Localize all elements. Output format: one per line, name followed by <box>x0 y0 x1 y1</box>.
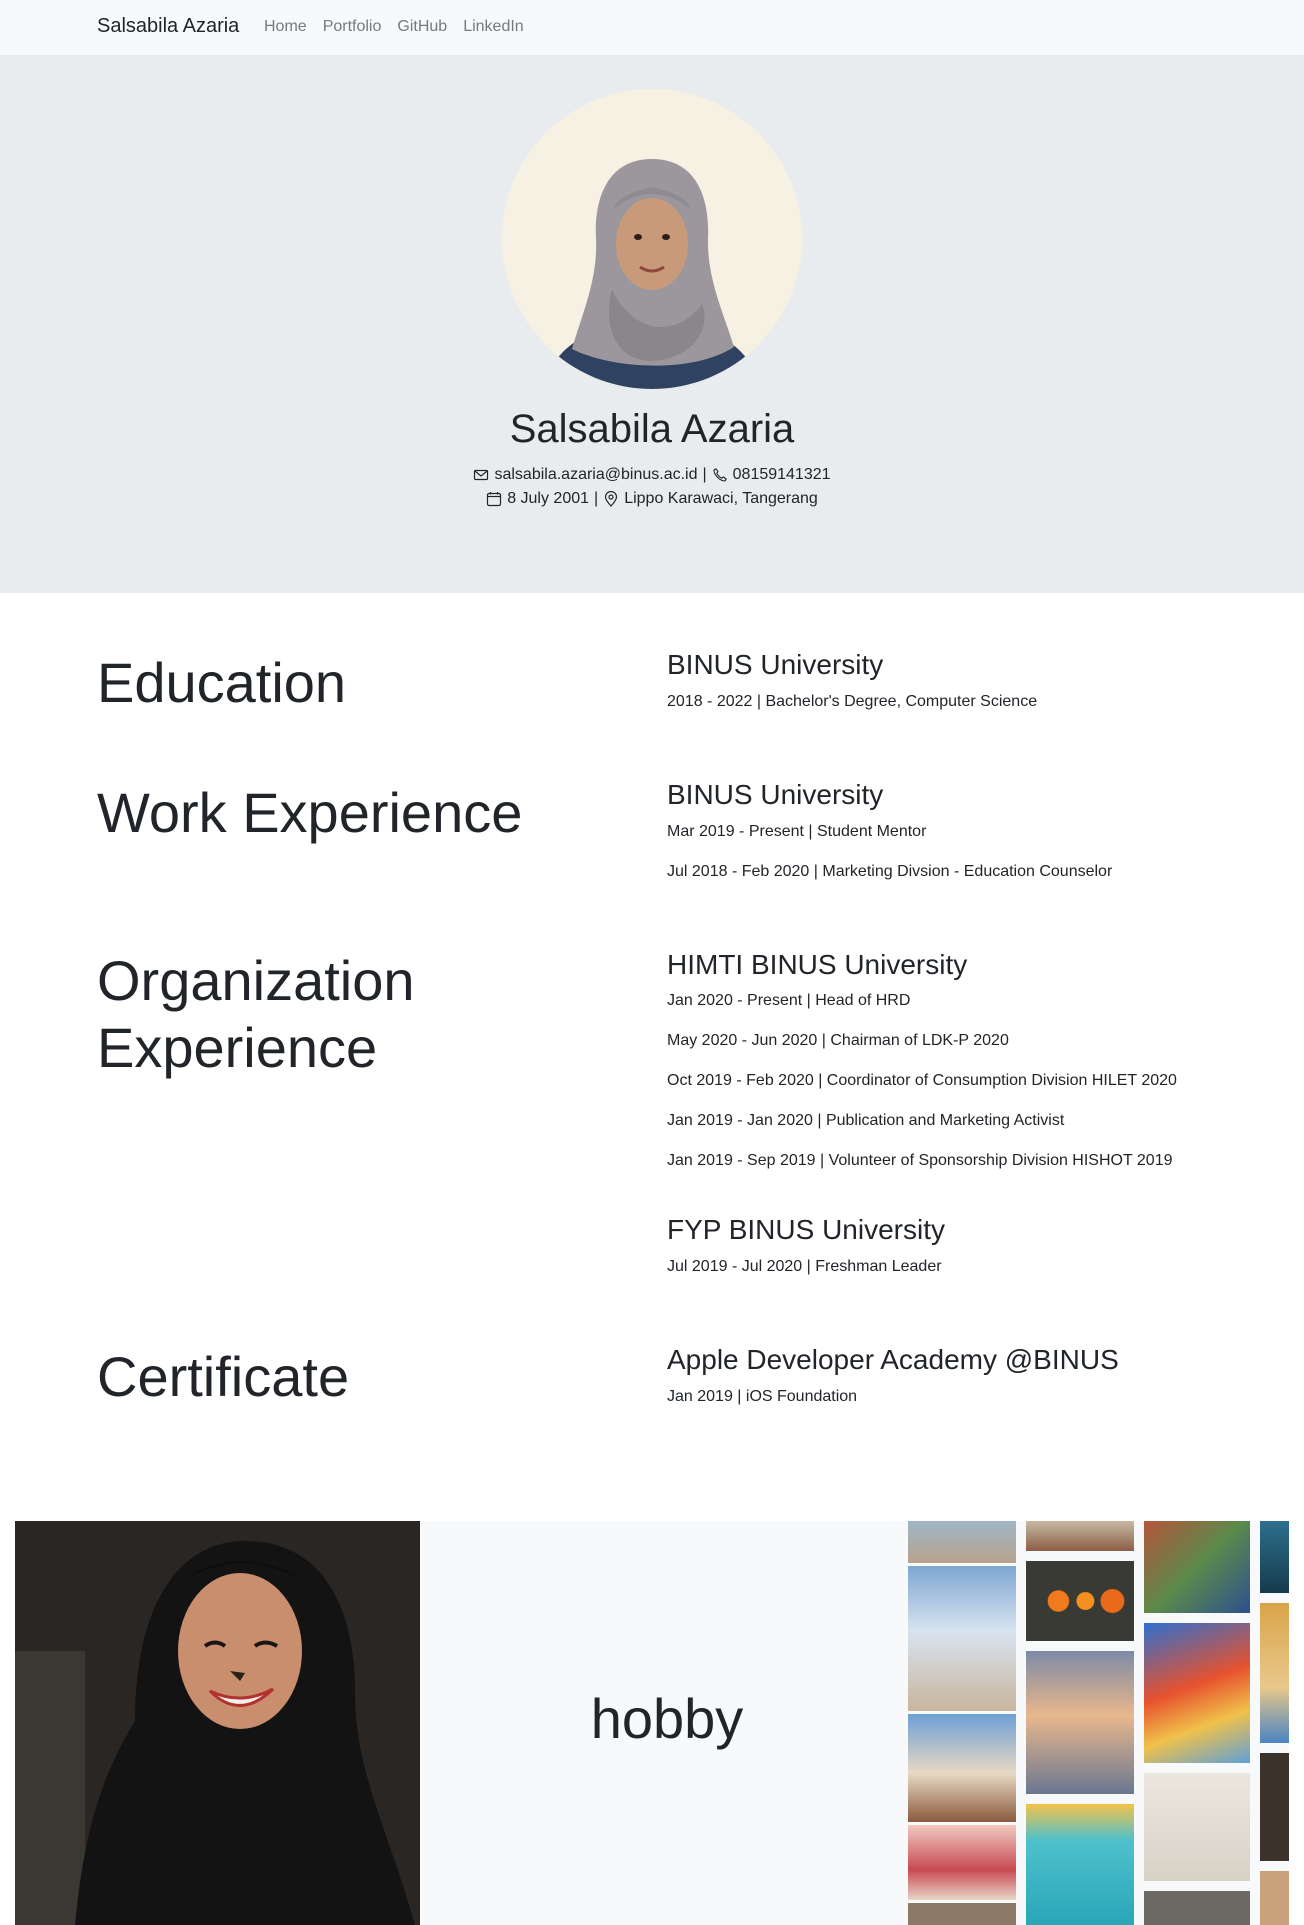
nav-link-linkedin[interactable]: LinkedIn <box>463 18 524 36</box>
organization-item: Jan 2019 - Sep 2019 | Volunteer of Spons… <box>667 1152 1173 1169</box>
location-pin-icon <box>603 491 619 507</box>
hobby-section: hobby <box>15 1521 1289 1925</box>
email-text: salsabila.azaria@binus.ac.id <box>494 466 698 483</box>
nav-link-portfolio[interactable]: Portfolio <box>323 18 382 36</box>
profile-photo <box>502 89 802 389</box>
gallery-photo <box>1026 1521 1134 1551</box>
contact-line-1: salsabila.azaria@binus.ac.id | 081591413… <box>0 466 1304 484</box>
gallery-photo <box>908 1521 1016 1563</box>
gallery-photo <box>908 1714 1016 1822</box>
nav-links: Home Portfolio GitHub LinkedIn <box>264 18 524 36</box>
gallery-photo <box>1260 1603 1289 1743</box>
gallery-photo <box>908 1825 1016 1900</box>
separator: | <box>702 466 707 483</box>
certificate-item: Jan 2019 | iOS Foundation <box>667 1388 858 1405</box>
gallery-photo <box>1260 1521 1289 1593</box>
gallery-photo <box>1144 1623 1250 1763</box>
gallery-photo <box>908 1566 1016 1711</box>
gallery-photo <box>1260 1871 1289 1925</box>
education-org: BINUS University <box>667 649 884 680</box>
calendar-icon <box>486 491 502 507</box>
phone-icon <box>712 467 728 483</box>
hero-section: Salsabila Azaria salsabila.azaria@binus.… <box>0 55 1304 593</box>
photo-gallery <box>893 1521 1289 1925</box>
organization-item: Jul 2019 - Jul 2020 | Freshman Leader <box>667 1258 942 1275</box>
phone-text: 08159141321 <box>732 466 831 483</box>
organization-item: Oct 2019 - Feb 2020 | Coordinator of Con… <box>667 1072 1177 1089</box>
nav-link-github[interactable]: GitHub <box>397 18 447 36</box>
contact-line-2: 8 July 2001 | Lippo Karawaci, Tangerang <box>0 490 1304 508</box>
work-org: BINUS University <box>667 779 884 810</box>
work-item: Mar 2019 - Present | Student Mentor <box>667 823 927 840</box>
education-heading: Education <box>97 651 347 714</box>
gallery-photo <box>1026 1804 1134 1925</box>
education-item: 2018 - 2022 | Bachelor's Degree, Compute… <box>667 693 1038 710</box>
work-item: Jul 2018 - Feb 2020 | Marketing Divsion … <box>667 863 1113 880</box>
gallery-photo <box>908 1903 1016 1925</box>
gallery-photo <box>1144 1891 1250 1925</box>
navbar: Salsabila Azaria Home Portfolio GitHub L… <box>0 0 1304 55</box>
envelope-icon <box>473 467 489 483</box>
dob-text: 8 July 2001 <box>507 490 590 507</box>
gallery-photo <box>1144 1521 1250 1613</box>
organization-org: FYP BINUS University <box>667 1214 945 1245</box>
gallery-photo <box>1144 1773 1250 1881</box>
gallery-photo <box>1026 1651 1134 1794</box>
work-heading: Work Experience <box>97 781 523 844</box>
organization-item: May 2020 - Jun 2020 | Chairman of LDK-P … <box>667 1032 1009 1049</box>
gallery-photo <box>1026 1561 1134 1641</box>
gallery-photo <box>1260 1753 1289 1861</box>
hobby-portrait-photo <box>15 1521 420 1925</box>
profile-name: Salsabila Azaria <box>509 407 795 451</box>
nav-link-home[interactable]: Home <box>264 18 307 36</box>
certificate-org: Apple Developer Academy @BINUS <box>667 1344 1119 1375</box>
organization-item: Jan 2019 - Jan 2020 | Publication and Ma… <box>667 1112 1065 1129</box>
location-text: Lippo Karawaci, Tangerang <box>624 490 818 507</box>
organization-heading-line2: Experience <box>97 1016 378 1079</box>
organization-item: Jan 2020 - Present | Head of HRD <box>667 992 911 1009</box>
organization-org: HIMTI BINUS University <box>667 949 968 980</box>
certificate-heading: Certificate <box>97 1345 350 1408</box>
organization-heading-line1: Organization <box>97 949 415 1012</box>
separator: | <box>594 490 599 507</box>
hobby-title: hobby <box>590 1687 744 1750</box>
navbar-brand[interactable]: Salsabila Azaria <box>97 15 239 38</box>
